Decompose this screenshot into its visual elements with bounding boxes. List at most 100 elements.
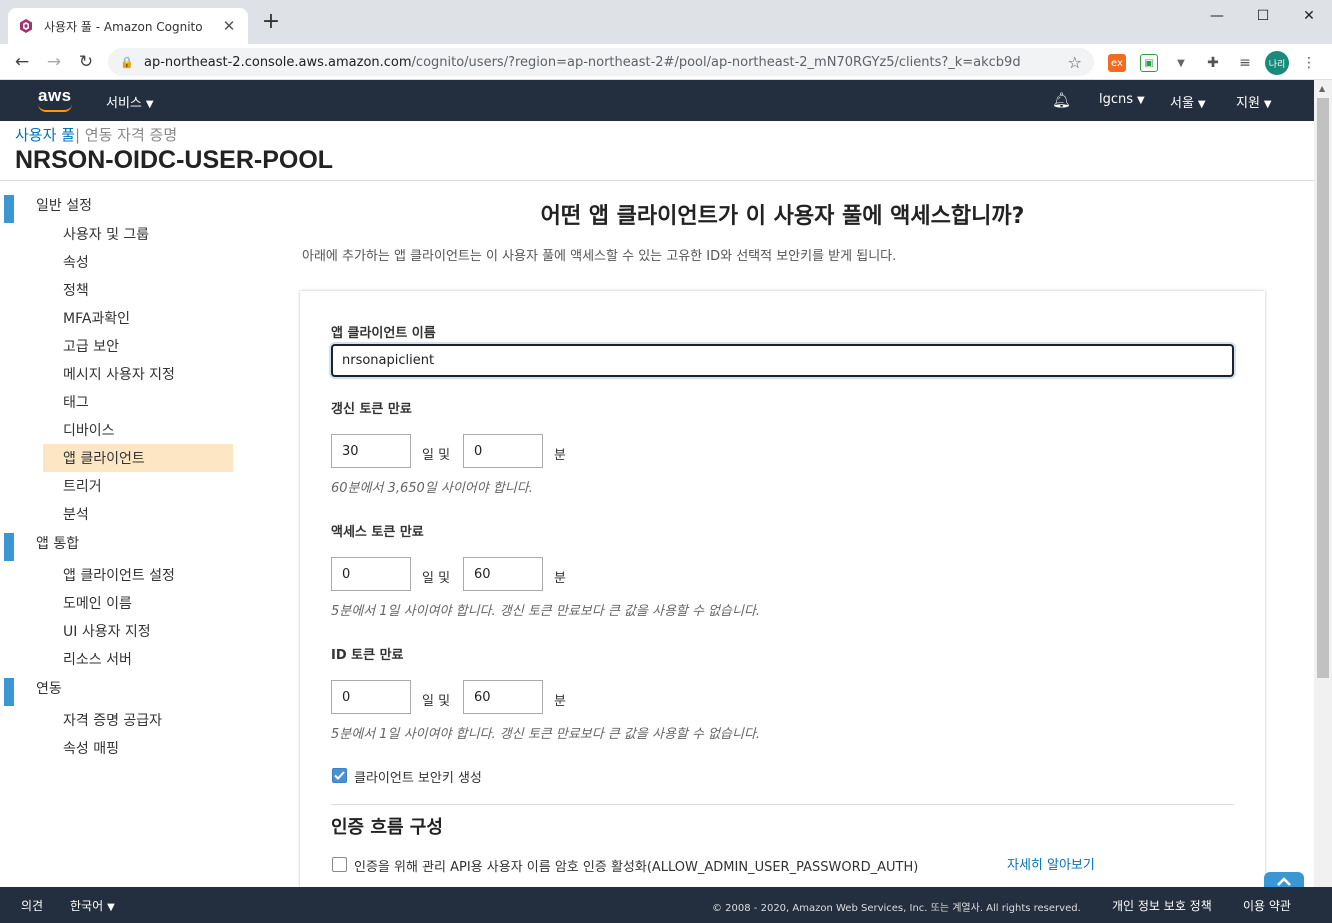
sidebar-section-general[interactable]: 일반 설정 (0, 190, 240, 223)
app-client-form-card: 앱 클라이언트 이름 갱신 토큰 만료 일 및 분 60분에서 3,650일 사… (300, 291, 1265, 891)
close-window-icon[interactable]: ✕ (1286, 0, 1332, 32)
caret-down-icon: ▼ (1197, 99, 1206, 110)
extension-green-icon[interactable]: ▣ (1140, 54, 1158, 72)
crumb-federated-identities[interactable]: 연동 자격 증명 (85, 126, 177, 144)
tab-title: 사용자 풀 - Amazon Cognito (44, 19, 203, 34)
feedback-link[interactable]: 의견 (21, 897, 43, 914)
url-bar[interactable]: 🔒 ap-northeast-2.console.aws.amazon.com/… (108, 48, 1094, 76)
client-name-label: 앱 클라이언트 이름 (331, 326, 436, 341)
caret-down-icon: ▼ (1137, 95, 1145, 106)
aws-logo[interactable]: aws (38, 86, 72, 106)
sidebar-item-triggers[interactable]: 트리거 (0, 472, 240, 500)
url-text: ap-northeast-2.console.aws.amazon.com/co… (144, 54, 1021, 70)
refresh-minutes-unit: 분 (554, 448, 566, 463)
account-menu[interactable]: lgcns ▼ (1099, 92, 1145, 107)
sidebar-item-resource-servers[interactable]: 리소스 서버 (0, 645, 240, 673)
id-days-unit: 일 및 (422, 694, 451, 709)
id-minutes-input[interactable] (463, 680, 543, 714)
sidebar-section-app-integration[interactable]: 앱 통합 (0, 528, 240, 561)
access-token-hint: 5분에서 1일 사이여야 합니다. 갱신 토큰 만료보다 큰 값을 사용할 수 … (331, 604, 761, 619)
sidebar-section-federation[interactable]: 연동 (0, 673, 240, 706)
sidebar-item-attributes[interactable]: 속성 (0, 248, 240, 276)
caret-down-icon: ▼ (1263, 99, 1272, 110)
extensions-puzzle-icon[interactable]: ✚ (1204, 54, 1222, 72)
terms-of-use-link[interactable]: 이용 약관 (1243, 897, 1291, 914)
scroll-up-icon[interactable]: ▲ (1319, 84, 1325, 93)
reload-icon[interactable]: ↻ (74, 50, 98, 74)
scrollbar-thumb[interactable] (1317, 98, 1329, 678)
refresh-token-label: 갱신 토큰 만료 (331, 402, 412, 417)
id-days-input[interactable] (331, 680, 411, 714)
page-title: NRSON-OIDC-USER-POOL (15, 146, 334, 174)
sidebar-item-message-customization[interactable]: 메시지 사용자 지정 (0, 360, 240, 388)
back-icon[interactable]: ← (10, 50, 34, 74)
generate-secret-checkbox[interactable] (332, 768, 347, 783)
id-minutes-unit: 분 (554, 694, 566, 709)
cognito-favicon-icon (18, 18, 34, 34)
address-toolbar: ← → ↻ 🔒 ap-northeast-2.console.aws.amazo… (0, 44, 1332, 80)
forward-icon[interactable]: → (42, 50, 66, 74)
access-token-label: 액세스 토큰 만료 (331, 525, 424, 540)
aws-smile-icon (38, 104, 72, 112)
refresh-days-input[interactable] (331, 434, 411, 468)
support-menu[interactable]: 지원 ▼ (1236, 92, 1272, 111)
access-days-input[interactable] (331, 557, 411, 591)
main-heading: 어떤 앱 클라이언트가 이 사용자 풀에 액세스합니까? (540, 204, 1025, 229)
access-minutes-input[interactable] (463, 557, 543, 591)
privacy-policy-link[interactable]: 개인 정보 보호 정책 (1112, 897, 1212, 914)
aws-nav-bar: aws 서비스 ▼ 🔔︎ lgcns ▼ 서울 ▼ 지원 ▼ (0, 80, 1314, 121)
id-token-label: ID 토큰 만료 (331, 648, 404, 663)
vertical-scrollbar[interactable]: ▲ (1314, 80, 1332, 887)
browser-tab[interactable]: 사용자 풀 - Amazon Cognito ✕ (8, 8, 248, 44)
profile-avatar[interactable]: 나리 (1265, 51, 1289, 75)
sidebar-item-tags[interactable]: 태그 (0, 388, 240, 416)
auth-flows-heading: 인증 흐름 구성 (331, 817, 443, 838)
region-menu[interactable]: 서울 ▼ (1170, 92, 1206, 111)
caret-down-icon: ▼ (145, 99, 154, 110)
media-queue-icon[interactable]: ≡ (1236, 54, 1254, 72)
crumb-user-pools-link[interactable]: 사용자 풀 (15, 126, 75, 144)
extension-v-icon[interactable]: ▼ (1172, 54, 1190, 72)
sidebar-item-ui-customization[interactable]: UI 사용자 지정 (0, 617, 240, 645)
maximize-icon[interactable]: ☐ (1240, 0, 1286, 32)
sidebar-item-devices[interactable]: 디바이스 (0, 416, 240, 444)
sidebar-item-mfa[interactable]: MFA과확인 (0, 304, 240, 332)
access-days-unit: 일 및 (422, 571, 451, 586)
sidebar-item-app-client-settings[interactable]: 앱 클라이언트 설정 (0, 561, 240, 589)
language-selector[interactable]: 한국어 ▼ (70, 897, 115, 914)
header-divider (0, 180, 1314, 181)
minimize-icon[interactable]: — (1194, 0, 1240, 32)
services-menu[interactable]: 서비스 ▼ (106, 92, 154, 111)
console-footer: 의견 한국어 ▼ © 2008 - 2020, Amazon Web Servic… (0, 887, 1332, 923)
sidebar-item-users-groups[interactable]: 사용자 및 그룹 (0, 220, 240, 248)
sidebar-item-attribute-mapping[interactable]: 속성 매핑 (0, 734, 240, 762)
generate-secret-label[interactable]: 클라이언트 보안키 생성 (354, 767, 482, 786)
tab-close-icon[interactable]: ✕ (220, 17, 238, 35)
admin-password-auth-checkbox[interactable] (332, 857, 347, 872)
chevron-up-icon (1277, 877, 1291, 886)
admin-password-auth-label[interactable]: 인증을 위해 관리 API용 사용자 이름 암호 인증 활성화(ALLOW_AD… (354, 856, 918, 875)
bookmark-star-icon[interactable]: ☆ (1068, 53, 1082, 72)
learn-more-link[interactable]: 자세히 알아보기 (1007, 854, 1095, 873)
refresh-minutes-input[interactable] (463, 434, 543, 468)
new-tab-icon[interactable]: + (260, 11, 282, 34)
breadcrumb: 사용자 풀| 연동 자격 증명 (15, 126, 178, 144)
refresh-token-hint: 60분에서 3,650일 사이어야 합니다. (331, 481, 533, 496)
sidebar-item-app-clients[interactable]: 앱 클라이언트 (43, 444, 233, 472)
checkmark-icon (334, 771, 345, 780)
refresh-days-unit: 일 및 (422, 448, 451, 463)
notification-bell-icon[interactable]: 🔔︎ (1052, 91, 1071, 109)
sidebar-item-advanced-security[interactable]: 고급 보안 (0, 332, 240, 360)
browser-menu-icon[interactable]: ⋮ (1300, 54, 1318, 72)
access-minutes-unit: 분 (554, 571, 566, 586)
extension-orange-icon[interactable]: ex (1108, 54, 1126, 72)
sidebar-item-domain-name[interactable]: 도메인 이름 (0, 589, 240, 617)
form-divider (331, 804, 1234, 805)
client-name-input[interactable] (331, 344, 1234, 377)
sidebar-item-identity-providers[interactable]: 자격 증명 공급자 (0, 706, 240, 734)
copyright-text: © 2008 - 2020, Amazon Web Services, Inc.… (712, 903, 1081, 914)
lock-icon: 🔒 (120, 55, 134, 69)
sidebar-item-analytics[interactable]: 분석 (0, 500, 240, 528)
id-token-hint: 5분에서 1일 사이여야 합니다. 갱신 토큰 만료보다 큰 값을 사용할 수 … (331, 727, 761, 742)
sidebar-item-policies[interactable]: 정책 (0, 276, 240, 304)
